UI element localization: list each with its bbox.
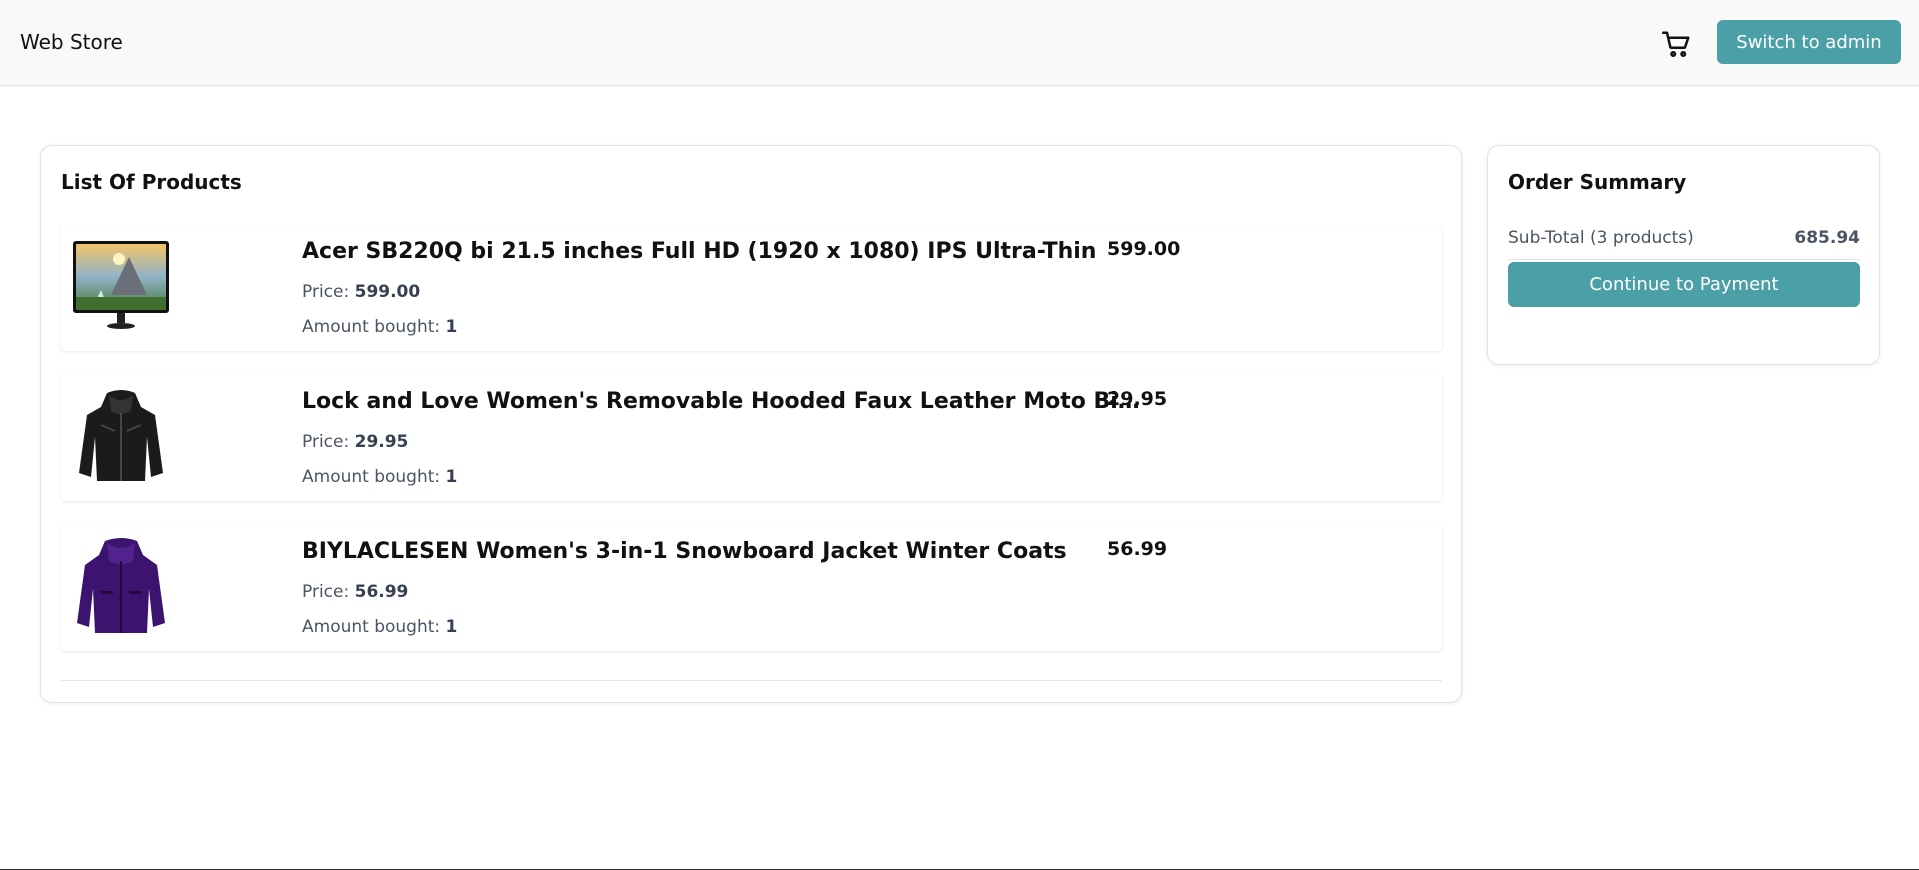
order-summary-title: Order Summary [1508,170,1687,194]
product-price-line: Price: 599.00 [302,282,420,302]
product-item: BIYLACLESEN Women's 3-in-1 Snowboard Jac… [61,525,1442,651]
top-navbar: Web Store Switch to admin [0,0,1919,86]
price-value: 29.95 [354,432,409,452]
product-name[interactable]: Acer SB220Q bi 21.5 inches Full HD (1920… [302,239,1147,264]
monitor-image [71,235,171,335]
product-total: 29.95 [1107,388,1168,410]
product-price-line: Price: 56.99 [302,582,408,602]
product-price-line: Price: 29.95 [302,432,408,452]
product-amount-line: Amount bought: 1 [302,467,457,487]
subtotal-value: 685.94 [1794,228,1860,248]
price-value: 56.99 [354,582,409,602]
cart-icon[interactable] [1660,27,1694,61]
product-amount-line: Amount bought: 1 [302,617,457,637]
amount-label: Amount bought: [302,317,446,337]
product-name[interactable]: Lock and Love Women's Removable Hooded F… [302,389,1147,414]
amount-value: 1 [445,617,458,637]
amount-value: 1 [445,317,458,337]
leather-jacket-image [71,385,171,485]
brand-logo-text[interactable]: Web Store [20,30,123,54]
price-label: Price: [302,582,355,602]
amount-label: Amount bought: [302,617,446,637]
product-name[interactable]: BIYLACLESEN Women's 3-in-1 Snowboard Jac… [302,539,1147,564]
price-label: Price: [302,432,355,452]
subtotal-label: Sub-Total (3 products) [1508,228,1694,248]
product-item: Acer SB220Q bi 21.5 inches Full HD (1920… [61,225,1442,351]
product-total: 599.00 [1107,238,1181,260]
amount-value: 1 [445,467,458,487]
products-title: List Of Products [61,170,242,194]
product-item: Lock and Love Women's Removable Hooded F… [61,375,1442,501]
product-amount-line: Amount bought: 1 [302,317,457,337]
price-value: 599.00 [354,282,421,302]
products-card: List Of Products Acer SB220Q bi 21.5 inc… [40,145,1462,703]
amount-label: Amount bought: [302,467,446,487]
purple-jacket-image [71,535,171,635]
continue-to-payment-button[interactable]: Continue to Payment [1508,262,1860,307]
divider [61,680,1442,681]
switch-to-admin-button[interactable]: Switch to admin [1717,20,1901,64]
order-summary-card: Order Summary Sub-Total (3 products) 685… [1487,145,1880,365]
product-total: 56.99 [1107,538,1168,560]
subtotal-row: Sub-Total (3 products) 685.94 [1508,228,1860,260]
price-label: Price: [302,282,355,302]
